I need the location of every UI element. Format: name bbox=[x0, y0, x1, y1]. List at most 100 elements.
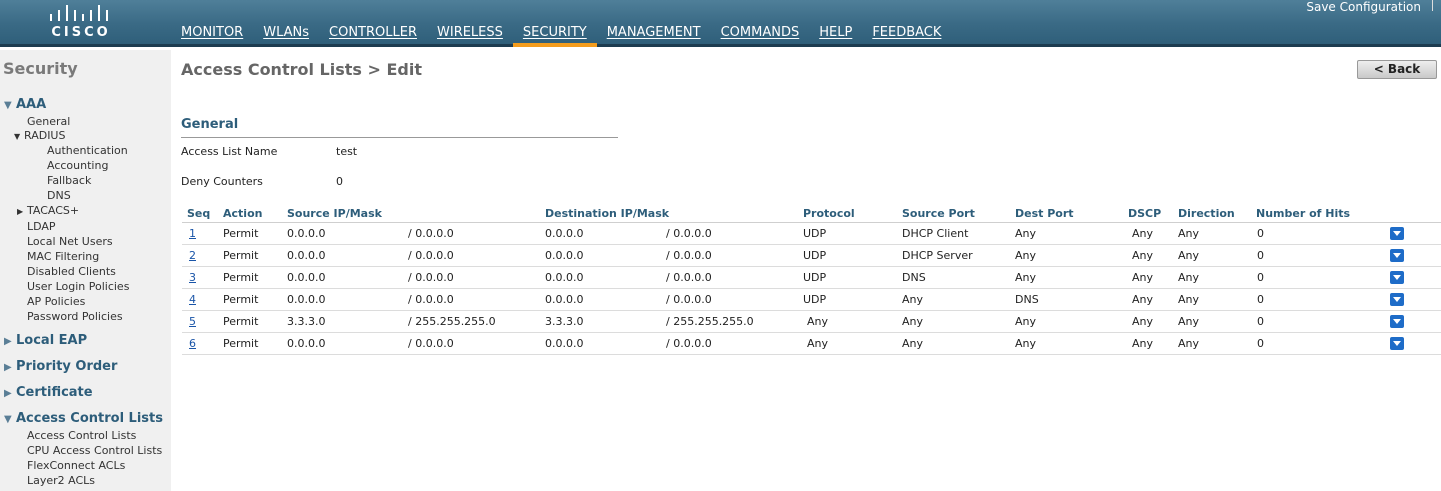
cell-destination-ip: 0.0.0.0 bbox=[545, 337, 584, 350]
sidebar-section-label: Priority Order bbox=[16, 359, 118, 374]
cell-dest-port: Any bbox=[1015, 227, 1037, 240]
nav-management[interactable]: MANAGEMENT bbox=[597, 24, 711, 47]
sidebar-item-ldap[interactable]: LDAP bbox=[27, 220, 56, 233]
row-actions-dropdown-button[interactable] bbox=[1390, 249, 1404, 262]
cell-action: Permit bbox=[223, 315, 259, 328]
caret-right-icon: ▶ bbox=[17, 207, 24, 216]
sidebar-item-accounting[interactable]: Accounting bbox=[47, 159, 108, 172]
sidebar-item-fallback[interactable]: Fallback bbox=[47, 174, 91, 187]
sidebar-item-label: TACACS+ bbox=[27, 204, 80, 217]
seq-link[interactable]: 4 bbox=[189, 289, 196, 311]
cell-action: Permit bbox=[223, 271, 259, 284]
cell-source-mask: / 0.0.0.0 bbox=[408, 271, 454, 284]
chevron-down-icon bbox=[1393, 319, 1401, 324]
sidebar-item-dns[interactable]: DNS bbox=[47, 189, 71, 202]
sidebar-title: Security bbox=[3, 59, 78, 78]
sidebar-item-cpu-access-control-lists[interactable]: CPU Access Control Lists bbox=[27, 444, 162, 457]
column-header-source: Source IP/Mask bbox=[287, 207, 382, 220]
save-configuration-link[interactable]: Save Configuration bbox=[1306, 0, 1421, 14]
deny-counters-value: 0 bbox=[336, 175, 343, 188]
sidebar-item-flexconnect-acls[interactable]: FlexConnect ACLs bbox=[27, 459, 125, 472]
caret-right-icon: ▶ bbox=[4, 362, 12, 373]
cell-source-mask: / 0.0.0.0 bbox=[408, 293, 454, 306]
seq-link[interactable]: 5 bbox=[189, 311, 196, 333]
cell-source-port: DHCP Client bbox=[902, 227, 969, 240]
table-row: 5 Permit 3.3.3.0 / 255.255.255.0 3.3.3.0 / 25… bbox=[182, 311, 1441, 333]
row-actions-dropdown-button[interactable] bbox=[1390, 337, 1404, 350]
cell-hits: 0 bbox=[1257, 337, 1264, 350]
sidebar-item-password-policies[interactable]: Password Policies bbox=[27, 310, 123, 323]
page-title: Access Control Lists > Edit bbox=[181, 60, 422, 79]
cell-source-mask: / 0.0.0.0 bbox=[408, 337, 454, 350]
sidebar-item-general[interactable]: General bbox=[27, 115, 70, 128]
sidebar-item-local-net-users[interactable]: Local Net Users bbox=[27, 235, 113, 248]
sidebar-item-tacacs[interactable]: ▶ TACACS+ bbox=[17, 204, 79, 217]
column-header-destination: Destination IP/Mask bbox=[545, 207, 670, 220]
sidebar-item-radius[interactable]: ▼ RADIUS bbox=[14, 129, 65, 142]
sidebar-item-authentication[interactable]: Authentication bbox=[47, 144, 128, 157]
sidebar-item-disabled-clients[interactable]: Disabled Clients bbox=[27, 265, 116, 278]
column-header-action: Action bbox=[223, 207, 263, 220]
seq-link[interactable]: 1 bbox=[189, 223, 196, 245]
back-button[interactable]: < Back bbox=[1357, 60, 1437, 79]
cell-dest-port: Any bbox=[1015, 271, 1037, 284]
sidebar-section-local-eap[interactable]: ▶ Local EAP bbox=[4, 333, 87, 348]
cell-source-port: DNS bbox=[902, 271, 926, 284]
cell-source-port: DHCP Server bbox=[902, 249, 973, 262]
seq-link[interactable]: 3 bbox=[189, 267, 196, 289]
sidebar-section-label: Certificate bbox=[16, 385, 93, 400]
cell-source-mask: / 0.0.0.0 bbox=[408, 227, 454, 240]
sidebar-section-aaa[interactable]: ▼ AAA bbox=[4, 97, 46, 112]
caret-right-icon: ▶ bbox=[4, 336, 12, 347]
nav-wlans[interactable]: WLANs bbox=[253, 24, 319, 47]
cell-dscp: Any bbox=[1132, 271, 1154, 284]
sidebar-item-layer2-acls[interactable]: Layer2 ACLs bbox=[27, 474, 95, 487]
sidebar-item-user-login-policies[interactable]: User Login Policies bbox=[27, 280, 129, 293]
nav-controller[interactable]: CONTROLLER bbox=[319, 24, 427, 47]
cell-source-ip: 0.0.0.0 bbox=[287, 337, 326, 350]
sidebar-section-certificate[interactable]: ▶ Certificate bbox=[4, 385, 93, 400]
cell-direction: Any bbox=[1178, 249, 1200, 262]
cell-dscp: Any bbox=[1132, 315, 1154, 328]
row-actions-dropdown-button[interactable] bbox=[1390, 271, 1404, 284]
cell-protocol: UDP bbox=[803, 249, 827, 262]
cell-action: Permit bbox=[223, 227, 259, 240]
cell-destination-mask: / 0.0.0.0 bbox=[666, 249, 712, 262]
cell-source-port: Any bbox=[902, 293, 924, 306]
sidebar-section-access-control-lists[interactable]: ▼ Access Control Lists bbox=[4, 411, 163, 426]
table-row: 3 Permit 0.0.0.0 / 0.0.0.0 0.0.0.0 / 0.0.0.0 U… bbox=[182, 267, 1441, 289]
cell-direction: Any bbox=[1178, 271, 1200, 284]
nav-wireless[interactable]: WIRELESS bbox=[427, 24, 513, 47]
nav-security[interactable]: SECURITY bbox=[512, 24, 597, 47]
cell-protocol: Any bbox=[807, 337, 829, 350]
divider bbox=[1432, 0, 1433, 11]
cell-direction: Any bbox=[1178, 337, 1200, 350]
seq-link[interactable]: 2 bbox=[189, 245, 196, 267]
cell-destination-ip: 0.0.0.0 bbox=[545, 293, 584, 306]
cell-source-ip: 0.0.0.0 bbox=[287, 293, 326, 306]
row-actions-dropdown-button[interactable] bbox=[1390, 315, 1404, 328]
seq-link[interactable]: 6 bbox=[189, 333, 196, 355]
cell-protocol: UDP bbox=[803, 271, 827, 284]
sidebar-item-access-control-lists[interactable]: Access Control Lists bbox=[27, 429, 136, 442]
nav-help[interactable]: HELP bbox=[809, 24, 862, 47]
cisco-bars-icon bbox=[50, 5, 108, 21]
row-actions-dropdown-button[interactable] bbox=[1390, 227, 1404, 240]
sidebar-section-label: AAA bbox=[16, 97, 47, 112]
sidebar-item-mac-filtering[interactable]: MAC Filtering bbox=[27, 250, 99, 263]
cell-source-mask: / 0.0.0.0 bbox=[408, 249, 454, 262]
nav-commands[interactable]: COMMANDS bbox=[711, 24, 810, 47]
row-actions-dropdown-button[interactable] bbox=[1390, 293, 1404, 306]
column-header-hits: Number of Hits bbox=[1256, 207, 1351, 220]
cisco-logo: CISCO bbox=[44, 3, 118, 41]
sidebar-section-priority-order[interactable]: ▶ Priority Order bbox=[4, 359, 117, 374]
nav-monitor[interactable]: MONITOR bbox=[171, 24, 253, 47]
cell-dest-port: Any bbox=[1015, 249, 1037, 262]
nav-feedback[interactable]: FEEDBACK bbox=[862, 24, 951, 47]
sidebar-item-ap-policies[interactable]: AP Policies bbox=[27, 295, 85, 308]
caret-down-icon: ▼ bbox=[4, 100, 12, 111]
acl-rules-table: Seq Action Source IP/Mask Destination IP… bbox=[182, 205, 1441, 355]
cell-source-ip: 0.0.0.0 bbox=[287, 227, 326, 240]
cell-source-ip: 0.0.0.0 bbox=[287, 271, 326, 284]
cell-dscp: Any bbox=[1132, 293, 1154, 306]
